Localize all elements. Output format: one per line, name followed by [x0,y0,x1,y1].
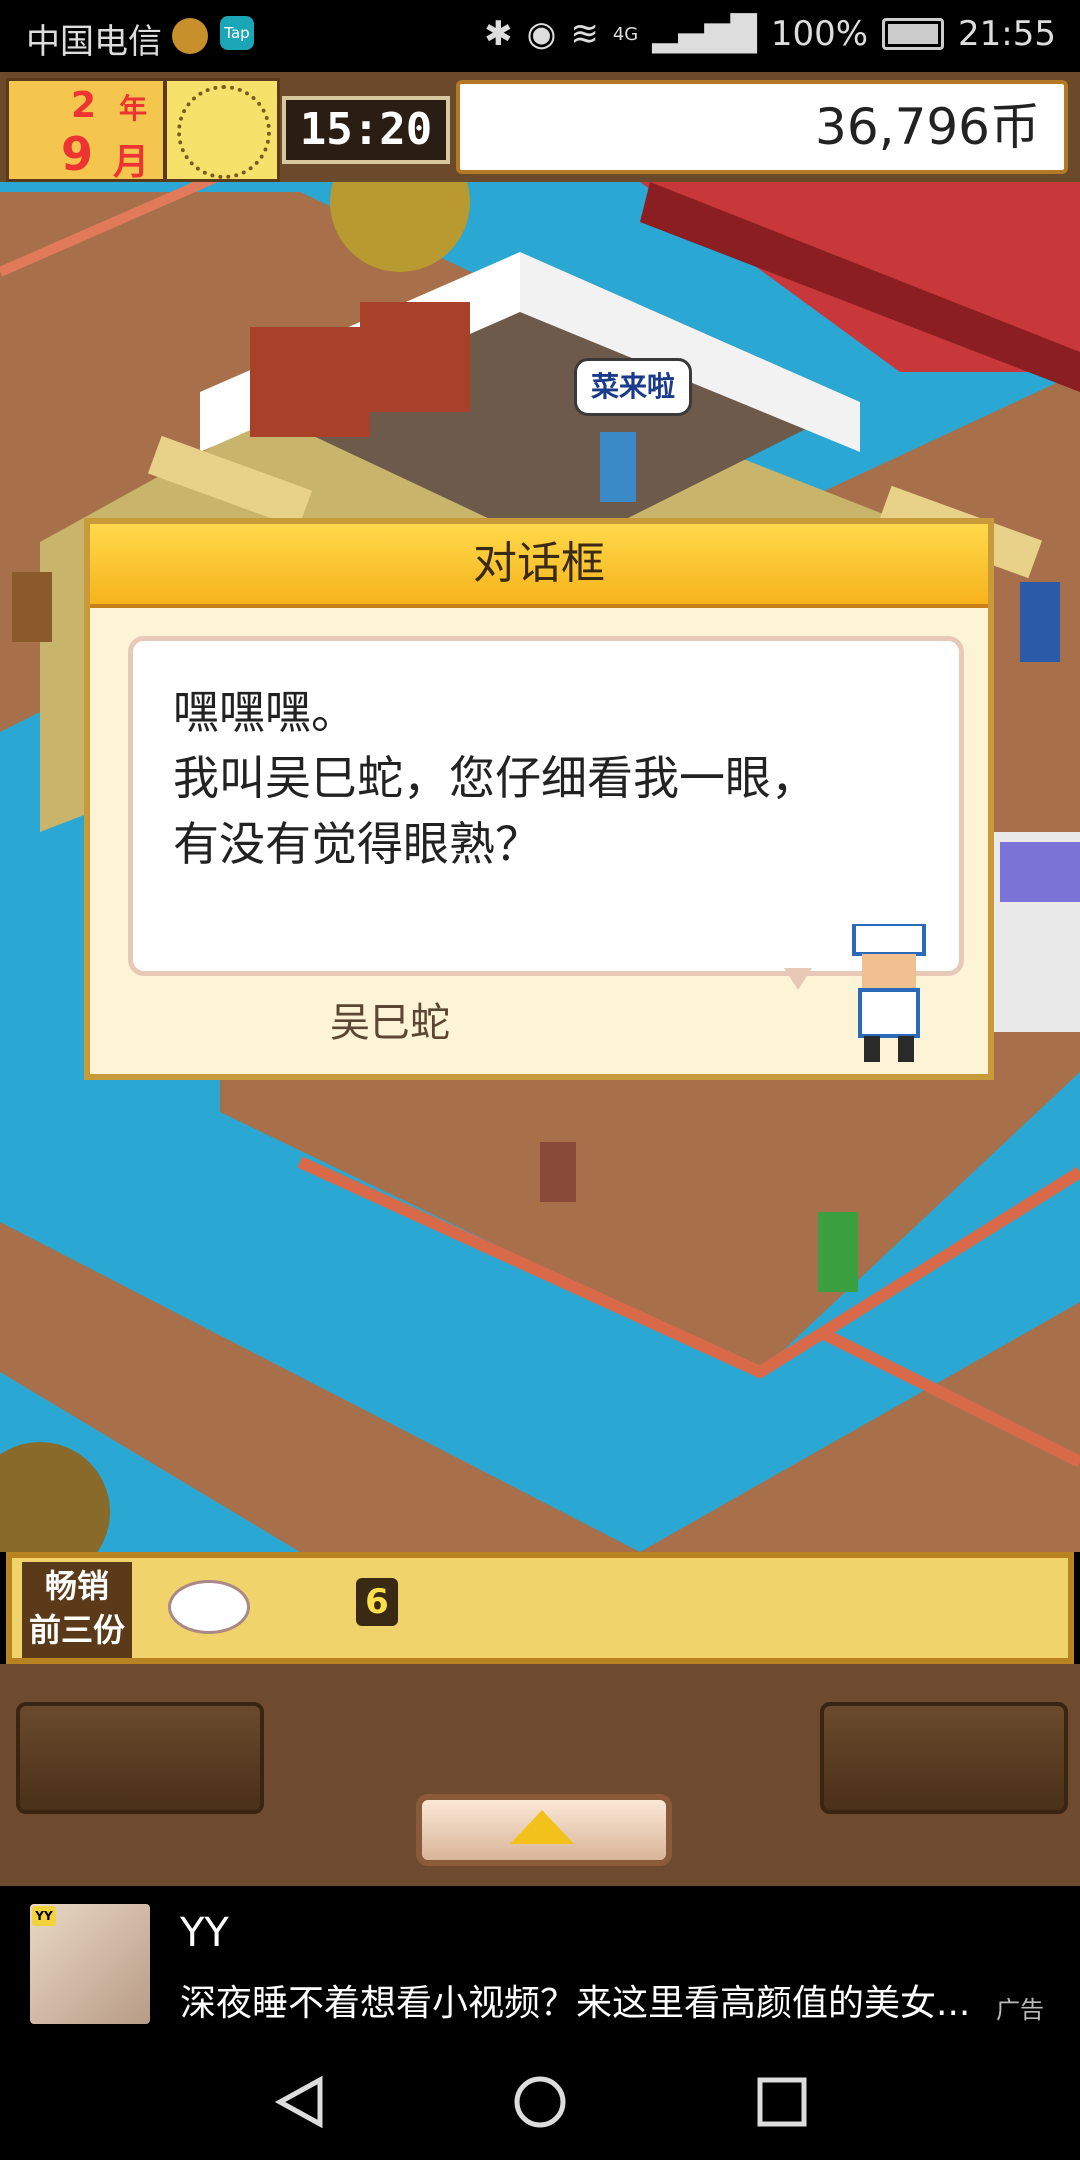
dialog-title: 对话框 [473,538,605,589]
signal-icon: ▂▄▆█ [652,14,757,54]
month-label: 月 [113,142,150,183]
year-value: 2 [71,85,97,126]
tap-app-icon: Tap [220,16,254,50]
carrier-name: 中国电信 [26,22,162,62]
year-label: 年 [119,92,148,125]
dialog-header: 对话框 [90,524,988,608]
clock-icon [177,85,271,179]
calendar-panel[interactable]: 2 年 9 月 [6,78,166,183]
game-time: 15:20 [282,96,450,164]
clock: 21:55 [958,14,1056,54]
status-bar: 中国电信 Tap ✱ ◉ ≋ 4G ▂▄▆█ 100% 21:55 [0,0,1080,72]
expand-menu-button[interactable] [416,1794,672,1866]
bestseller-bar[interactable]: 畅销 前三份 6 [6,1552,1074,1664]
home-icon[interactable] [510,2072,570,2132]
right-menu-button[interactable] [820,1702,1068,1814]
bestseller-label: 畅销 前三份 [22,1562,132,1658]
ad-badge: YY [32,1906,56,1926]
ad-marker: 广告 [996,1996,1044,2024]
npc-speech-bubble: 菜来啦 [574,358,692,416]
bestseller-label-line2: 前三份 [28,1611,125,1649]
ad-banner[interactable]: YY YY 深夜睡不着想看小视频？来这里看高颜值的美女... 广告 [0,1886,1080,2042]
bestseller-label-line1: 畅销 [44,1567,109,1605]
dialog-line: 有没有觉得眼熟？ [173,817,541,871]
clock-panel[interactable] [164,78,280,182]
ad-title: YY [180,1910,229,1956]
chef-portrait-icon [852,924,926,1062]
ad-description: 深夜睡不着想看小视频？来这里看高颜值的美女... [180,1983,971,2024]
speaker-name: 吴巳蛇 [330,1000,450,1046]
top-hud: 2 年 9 月 15:20 36,796币 [0,72,1080,183]
dialog-line: 嘿嘿嘿。 [173,685,357,739]
status-right: ✱ ◉ ≋ 4G ▂▄▆█ 100% 21:55 [484,14,1056,54]
bestseller-count: 6 [356,1578,398,1626]
back-icon[interactable] [270,2072,330,2132]
ad-thumbnail[interactable]: YY [30,1904,150,2024]
dialog-box[interactable]: 对话框 嘿嘿嘿。 我叫吴巳蛇，您仔细看我一眼， 有没有觉得眼熟？ 吴巳蛇 [84,518,994,1080]
bluetooth-icon: ✱ [484,14,513,54]
dialog-tail [784,968,812,990]
dish-icon [168,1580,250,1634]
wifi-icon: ≋ [570,14,599,54]
eye-icon: ◉ [526,14,557,54]
coin-notification-icon [172,18,208,54]
money-display[interactable]: 36,796币 [456,80,1068,174]
bottom-controls [0,1664,1080,1886]
recents-icon[interactable] [752,2072,812,2132]
battery-percent: 100% [770,14,869,54]
month-value: 9 [61,127,94,181]
left-menu-button[interactable] [16,1702,264,1814]
dialog-line: 我叫吴巳蛇，您仔细看我一眼， [173,751,817,805]
network-type: 4G [612,23,639,45]
android-nav-bar [0,2042,1080,2160]
dialog-message: 嘿嘿嘿。 我叫吴巳蛇，您仔细看我一眼， 有没有觉得眼熟？ [173,679,933,877]
battery-icon [882,18,945,50]
arrow-up-icon [510,1810,574,1844]
